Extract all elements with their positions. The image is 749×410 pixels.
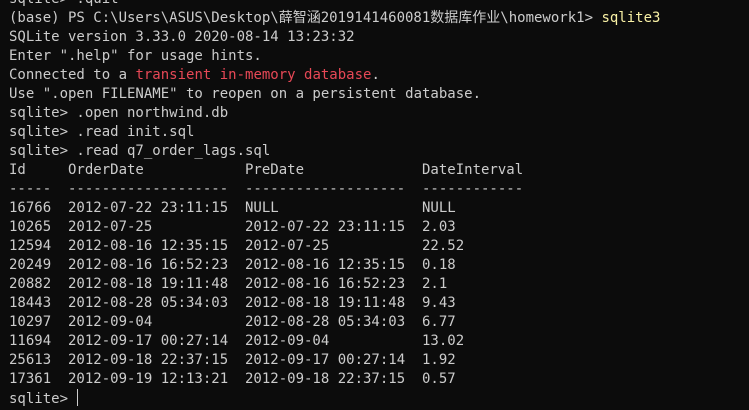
terminal-text-segment: sqlite3 (601, 10, 661, 26)
active-prompt-line[interactable]: sqlite> (9, 389, 79, 408)
prompt-label: sqlite> (9, 391, 77, 407)
terminal-line: sqlite> .quit (9, 0, 119, 9)
terminal-line: 10297 2012-09-04 2012-08-28 05:34:03 6.7… (9, 314, 456, 330)
terminal-line: 10265 2012-07-25 2012-07-22 23:11:15 2.0… (9, 219, 456, 235)
terminal-line: Enter ".help" for usage hints. (9, 48, 262, 64)
terminal-text-segment: (base) PS C:\Users\ASUS\Desktop\薛智涵20191… (9, 10, 602, 26)
terminal-line: Id OrderDate PreDate DateInterval (9, 162, 524, 178)
terminal-line: Use ".open FILENAME" to reopen on a pers… (9, 86, 482, 102)
terminal-line: 17361 2012-09-19 12:13:21 2012-09-18 22:… (9, 371, 456, 387)
terminal-text-segment: transient in-memory database (135, 67, 372, 83)
terminal-window[interactable]: sqlite> .quit(base) PS C:\Users\ASUS\Des… (0, 0, 749, 410)
terminal-line: sqlite> .open northwind.db (9, 105, 229, 121)
terminal-text-segment: . (371, 67, 380, 83)
terminal-line: ----- ------------------- --------------… (9, 181, 524, 197)
terminal-line: (base) PS C:\Users\ASUS\Desktop\薛智涵20191… (9, 9, 660, 28)
terminal-line: 16766 2012-07-22 23:11:15 NULL NULL (9, 200, 456, 216)
terminal-text-segment: Connected to a (9, 67, 136, 83)
terminal-line: 12594 2012-08-16 12:35:15 2012-07-25 22.… (9, 238, 465, 254)
terminal-line: sqlite> .read init.sql (9, 124, 195, 140)
terminal-line: SQLite version 3.33.0 2020-08-14 13:23:3… (9, 29, 355, 45)
terminal-line: 20249 2012-08-16 16:52:23 2012-08-16 12:… (9, 257, 456, 273)
terminal-line: 11694 2012-09-17 00:27:14 2012-09-04 13.… (9, 333, 465, 349)
terminal-line: 18443 2012-08-28 05:34:03 2012-08-18 19:… (9, 295, 456, 311)
terminal-line: 20882 2012-08-18 19:11:48 2012-08-16 16:… (9, 276, 448, 292)
text-cursor (77, 389, 79, 406)
terminal-line: 25613 2012-09-18 22:37:15 2012-09-17 00:… (9, 352, 456, 368)
terminal-line: Connected to a transient in-memory datab… (9, 66, 380, 85)
terminal-line: sqlite> .read q7_order_lags.sql (9, 143, 271, 159)
